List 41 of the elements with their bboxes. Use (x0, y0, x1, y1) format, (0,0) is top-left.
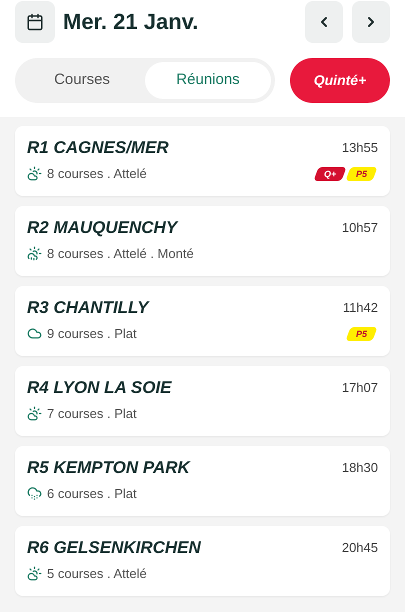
meeting-card[interactable]: R1 CAGNES/MER 13h55 8 courses . Attelé Q+ P5 (15, 126, 390, 196)
meeting-info: 6 courses . Plat (47, 485, 137, 503)
meeting-card[interactable]: R2 MAUQUENCHY 10h57 8 courses . Attelé . Monté (15, 206, 390, 276)
quinte-button[interactable]: Quinté+ (290, 58, 390, 103)
meeting-info: 5 courses . Attelé (47, 565, 147, 583)
start-time: 11h42 (342, 299, 378, 318)
meeting-title: R4 LYON LA SOIE (27, 377, 172, 399)
meeting-title: R5 KEMPTON PARK (27, 457, 190, 479)
meeting-title: R1 CAGNES/MER (27, 137, 169, 159)
start-time: 18h30 (342, 459, 378, 478)
sun-cloud-rain-icon (27, 246, 42, 262)
meeting-info: 7 courses . Plat (47, 405, 137, 423)
next-day-button[interactable] (352, 0, 390, 42)
date-title: Mer. 21 Janv. (63, 8, 198, 36)
meeting-info: 8 courses . Attelé (47, 165, 147, 183)
sun-cloud-icon (27, 566, 42, 582)
meeting-info: 9 courses . Plat (47, 325, 137, 343)
start-time: 17h07 (342, 379, 378, 398)
meeting-title: R3 CHANTILLY (27, 297, 149, 319)
sun-cloud-icon (27, 166, 42, 182)
pick5-badge: P5 (345, 166, 378, 181)
pick5-badge: P5 (345, 326, 378, 341)
meeting-title: R6 GELSENKIRCHEN (27, 537, 201, 559)
view-tab[interactable]: Réunions (145, 62, 271, 99)
start-time: 20h45 (342, 539, 378, 558)
view-tab[interactable]: Courses (19, 62, 145, 99)
cloud-icon (27, 326, 42, 342)
start-time: 10h57 (342, 219, 378, 238)
meeting-card[interactable]: R6 GELSENKIRCHEN 20h45 5 courses . Attelé (15, 526, 390, 596)
quinte-badge: Q+ (313, 166, 347, 181)
calendar-button[interactable] (15, 0, 55, 42)
meeting-card[interactable]: R3 CHANTILLY 11h42 9 courses . Plat P5 (15, 286, 390, 356)
cloud-snow-icon (27, 486, 42, 502)
calendar-icon (26, 12, 44, 30)
previous-day-button[interactable] (305, 0, 343, 42)
start-time: 13h55 (342, 139, 378, 158)
meeting-info: 8 courses . Attelé . Monté (47, 245, 194, 263)
meeting-card[interactable]: R5 KEMPTON PARK 18h30 6 courses . Plat (15, 446, 390, 516)
sun-cloud-icon (27, 406, 42, 422)
meeting-card[interactable]: R4 LYON LA SOIE 17h07 7 courses . Plat (15, 366, 390, 436)
meeting-title: R2 MAUQUENCHY (27, 217, 178, 239)
